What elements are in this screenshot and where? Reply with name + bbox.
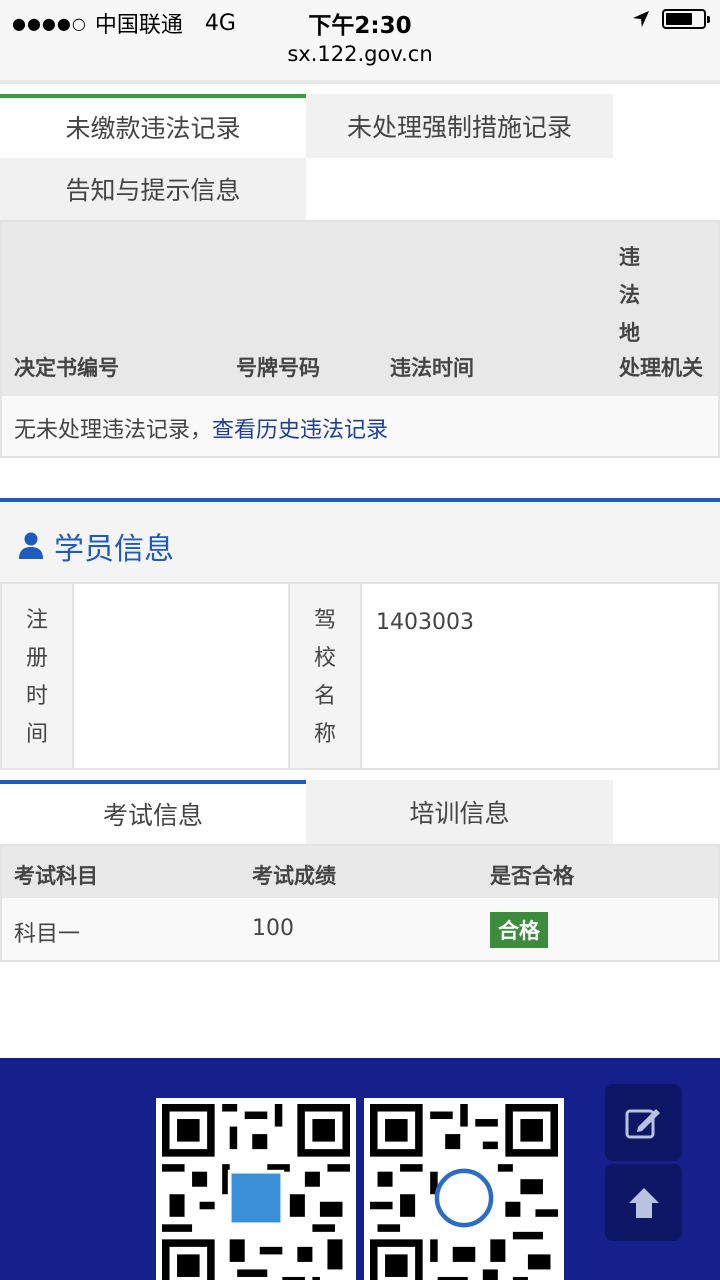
col-exam-subject: 考试科目	[14, 864, 98, 888]
status-bar: ●●●●○ 中国联通 4G 下午2:30	[0, 0, 720, 40]
col-violation-place-char: 法	[619, 283, 640, 307]
label-char: 册	[25, 646, 48, 671]
tab-exam-info[interactable]: 考试信息	[0, 780, 306, 844]
label-char: 间	[25, 722, 48, 747]
table-row: 科目一 100 合格	[2, 898, 718, 960]
col-violation-place-char: 地	[619, 321, 640, 345]
label-char: 驾	[313, 608, 336, 633]
no-violation-text: 无未处理违法记录，	[14, 418, 213, 443]
driving-school-label: 驾 校 名 称	[290, 584, 362, 768]
label-char: 注	[25, 608, 48, 633]
col-pass-status: 是否合格	[490, 864, 574, 888]
exam-subject: 科目一	[14, 922, 81, 947]
col-plate-number: 号牌号码	[236, 356, 320, 380]
qr-code-icon	[162, 1104, 350, 1280]
label-char: 称	[313, 722, 336, 747]
col-exam-score: 考试成绩	[252, 864, 336, 888]
driving-school-value: 1403003	[376, 610, 474, 635]
label-char: 校	[313, 646, 336, 671]
tab-notices[interactable]: 告知与提示信息	[0, 158, 306, 220]
student-info-title: 学员信息	[54, 532, 174, 567]
user-icon	[19, 532, 43, 559]
student-info-table: 注 册 时 间 驾 校 名 称 1403003	[0, 582, 720, 770]
violation-table: 决定书编号 号牌号码 违法时间 违 法 地 处理机关 无未处理违法记录，查看历史…	[0, 220, 720, 458]
qr-code-icon	[370, 1104, 558, 1280]
student-info-panel: 学员信息	[0, 498, 720, 584]
label-char: 名	[313, 684, 336, 709]
qr-code-traffic-safety	[156, 1098, 356, 1280]
col-authority: 处理机关	[619, 356, 703, 380]
arrow-up-icon	[628, 1187, 659, 1218]
location-arrow-icon	[632, 10, 650, 28]
qr-code-tmri	[364, 1098, 564, 1280]
pass-badge: 合格	[490, 912, 548, 948]
student-info-heading: 学员信息	[18, 524, 174, 568]
registration-time-label: 注 册 时 间	[2, 584, 74, 768]
back-to-top-button[interactable]	[605, 1164, 682, 1241]
tab-training-info[interactable]: 培训信息	[306, 780, 613, 844]
violation-table-empty-row: 无未处理违法记录，查看历史违法记录	[2, 396, 718, 456]
history-violation-link[interactable]: 查看历史违法记录	[212, 418, 388, 443]
battery-icon	[662, 9, 710, 29]
url-bar[interactable]: sx.122.gov.cn	[0, 40, 720, 80]
exam-table: 考试科目 考试成绩 是否合格 科目一 100 合格	[0, 844, 720, 962]
footer	[0, 1058, 720, 1280]
col-decision-number: 决定书编号	[14, 356, 119, 380]
col-violation-time: 违法时间	[390, 356, 474, 380]
label-char: 时	[25, 684, 48, 709]
registration-time-value	[74, 584, 290, 768]
violation-table-header: 决定书编号 号牌号码 违法时间 违 法 地 处理机关	[2, 222, 718, 396]
url-bar-divider	[0, 80, 720, 84]
status-right	[632, 9, 710, 29]
tab-unpaid-violations[interactable]: 未缴款违法记录	[0, 94, 306, 156]
col-violation-place-char: 违	[619, 245, 640, 269]
exam-score: 100	[252, 916, 294, 941]
edit-icon	[625, 1108, 660, 1138]
status-time: 下午2:30	[308, 13, 412, 39]
exam-table-header: 考试科目 考试成绩 是否合格	[2, 846, 718, 898]
feedback-button[interactable]	[605, 1084, 682, 1161]
col-violation-place: 违 法 地	[619, 238, 641, 352]
tab-unprocessed-measures[interactable]: 未处理强制措施记录	[306, 94, 613, 158]
